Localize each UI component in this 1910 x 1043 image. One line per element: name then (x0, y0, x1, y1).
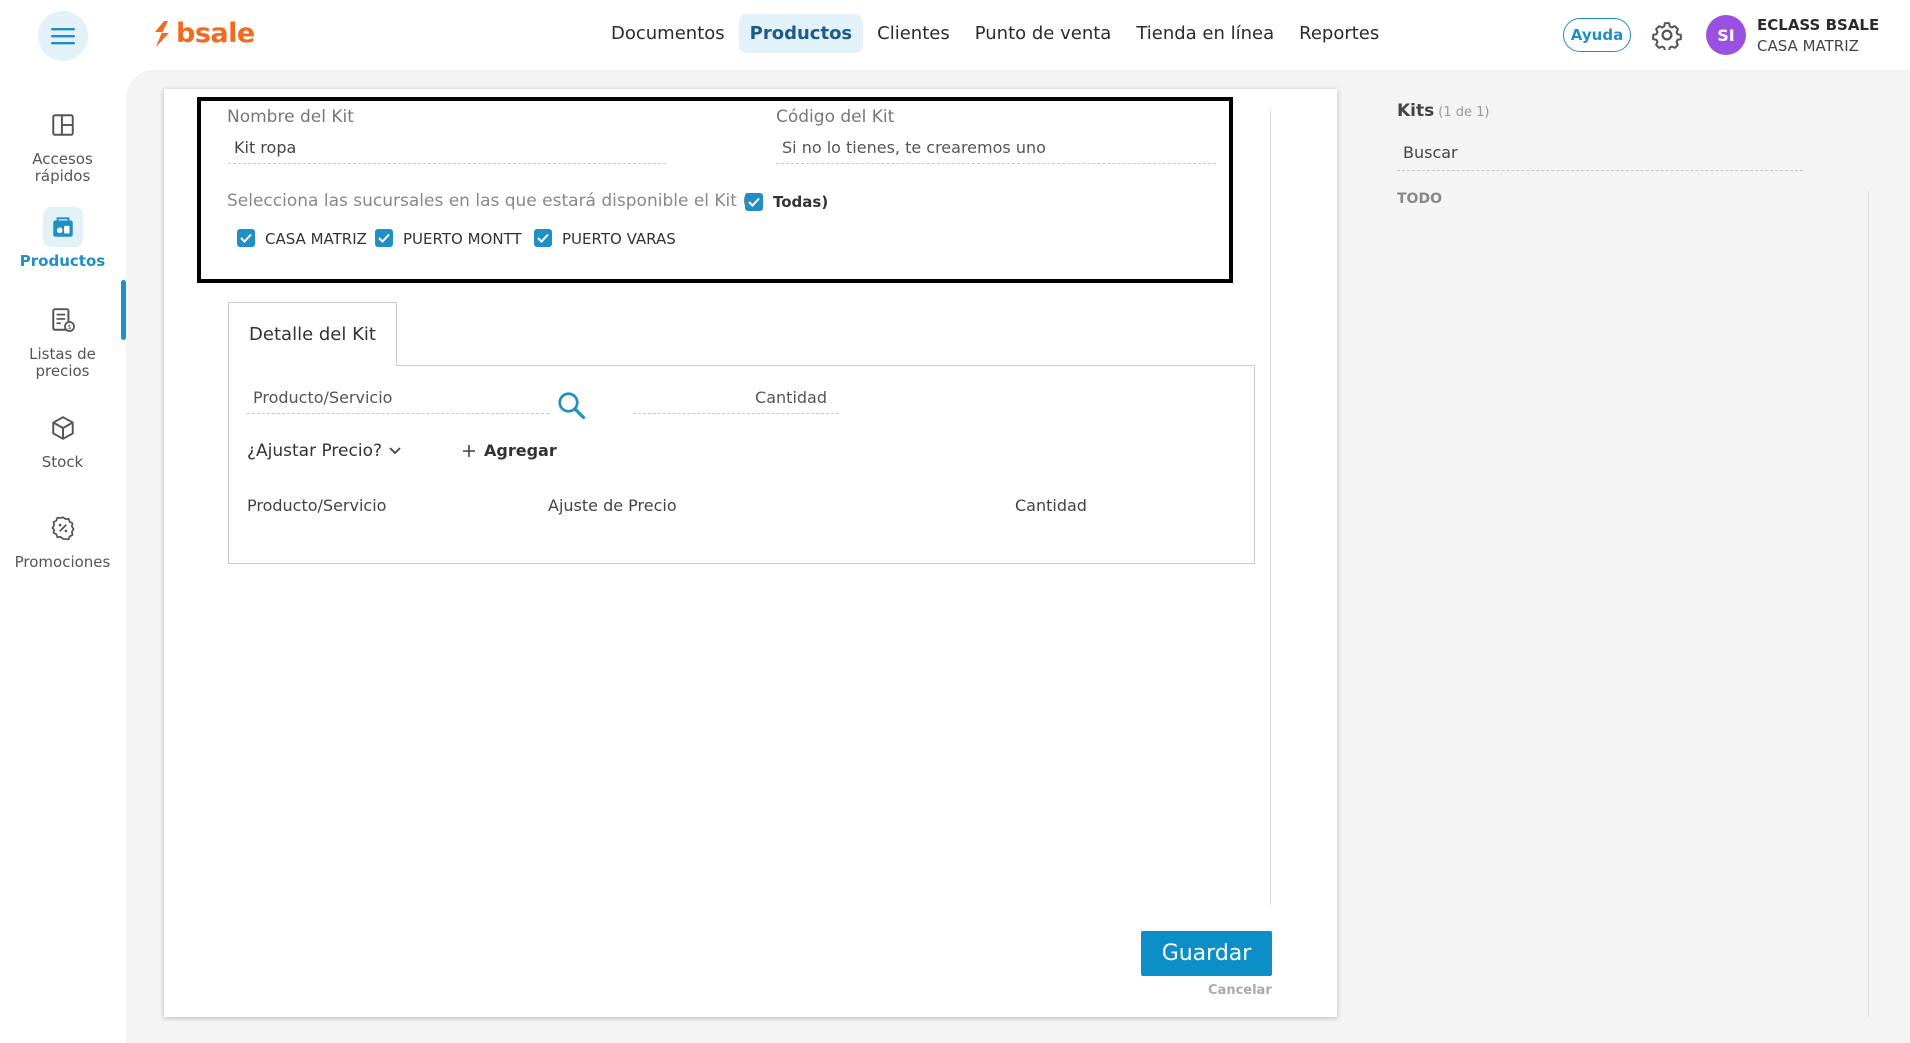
sidebar-item-promociones[interactable]: Promociones (0, 508, 125, 571)
checkbox-casa-matriz[interactable] (237, 229, 255, 247)
main-nav: Documentos Productos Clientes Punto de v… (600, 14, 1393, 53)
products-icon (52, 217, 73, 237)
kit-code-label: Código del Kit (776, 107, 895, 127)
hamburger-icon (51, 28, 75, 45)
add-label: Agregar (484, 441, 557, 460)
kit-name-input[interactable]: Kit ropa (228, 138, 666, 164)
checkbox-todas[interactable] (745, 193, 763, 211)
nav-productos[interactable]: Productos (738, 14, 864, 53)
sidebar-item-label: Promociones (14, 553, 111, 571)
sidebar-item-label: Productos (19, 252, 106, 270)
sidebar: Accesos rápidos Productos $ Listas de pr… (0, 70, 126, 1043)
sidebar-item-label: Accesos rápidos (32, 150, 93, 185)
nav-documentos[interactable]: Documentos (600, 14, 736, 53)
avatar[interactable]: SI (1706, 15, 1746, 55)
sidebar-item-accesos-rapidos[interactable]: Accesos rápidos (0, 105, 125, 185)
checkbox-puerto-montt[interactable] (375, 229, 393, 247)
cancel-button[interactable]: Cancelar (1208, 983, 1272, 998)
user-name[interactable]: ECLASS BSALE (1757, 16, 1879, 34)
nav-clientes[interactable]: Clientes (866, 14, 961, 53)
layout-grid-icon (51, 114, 74, 136)
column-header-ajuste: Ajuste de Precio (548, 496, 677, 515)
kits-count: (1 de 1) (1438, 105, 1490, 120)
column-header-producto: Producto/Servicio (247, 496, 387, 515)
sidebar-item-label: Listas de precios (29, 345, 96, 380)
plus-icon (463, 444, 475, 457)
chevron-down-icon (389, 447, 401, 455)
bsale-logo-icon (155, 20, 169, 47)
kit-code-input[interactable]: Si no lo tienes, te crearemos uno (776, 138, 1216, 164)
check-icon (748, 197, 760, 207)
kits-title: Kits (1 de 1) (1397, 101, 1489, 121)
quantity-input[interactable]: Cantidad (633, 388, 839, 414)
bsale-logo[interactable]: bsale (152, 18, 255, 49)
menu-button[interactable] (38, 11, 88, 61)
sidebar-item-productos[interactable]: Productos (0, 207, 125, 270)
add-product-button[interactable]: Agregar (462, 441, 557, 460)
nav-tienda-en-linea[interactable]: Tienda en línea (1125, 14, 1285, 53)
column-header-cantidad: Cantidad (1015, 496, 1087, 515)
kits-filter-todo[interactable]: TODO (1397, 191, 1442, 207)
product-search-input[interactable]: Producto/Servicio (247, 388, 549, 414)
help-button[interactable]: Ayuda (1563, 18, 1631, 52)
right-panel-divider (1868, 190, 1869, 1018)
checkbox-puerto-varas[interactable] (534, 229, 552, 247)
save-button[interactable]: Guardar (1141, 931, 1272, 976)
check-icon (378, 233, 390, 243)
top-bar: bsale Documentos Productos Clientes Punt… (0, 0, 1910, 70)
branch-label-puerto-varas: PUERTO VARAS (562, 230, 676, 248)
sidebar-item-stock[interactable]: Stock (0, 408, 125, 471)
gear-icon[interactable] (1652, 20, 1682, 50)
tab-detalle-del-kit[interactable]: Detalle del Kit (228, 302, 397, 366)
kits-title-text: Kits (1397, 101, 1435, 121)
sidebar-item-listas-de-precios[interactable]: $ Listas de precios (0, 300, 125, 380)
price-list-icon: $ (51, 308, 75, 332)
svg-text:$: $ (67, 323, 71, 331)
card-divider (1270, 110, 1271, 905)
kits-search-input[interactable]: Buscar (1397, 143, 1803, 171)
sidebar-item-label: Stock (41, 453, 84, 471)
adjust-price-dropdown[interactable]: ¿Ajustar Precio? (247, 441, 402, 461)
check-icon (240, 233, 252, 243)
nav-reportes[interactable]: Reportes (1288, 14, 1390, 53)
check-icon (537, 233, 549, 243)
bsale-logo-text: bsale (176, 18, 255, 49)
nav-punto-de-venta[interactable]: Punto de venta (964, 14, 1123, 53)
search-icon[interactable] (556, 390, 586, 420)
discount-badge-icon (51, 516, 74, 541)
user-branch: CASA MATRIZ (1757, 37, 1859, 55)
todas-label: Todas) (773, 193, 829, 211)
box-icon (51, 416, 74, 440)
adjust-price-label: ¿Ajustar Precio? (247, 441, 383, 461)
branch-label-casa-matriz: CASA MATRIZ (265, 230, 367, 248)
branch-label-puerto-montt: PUERTO MONTT (403, 230, 522, 248)
branches-prompt: Selecciona las sucursales en las que est… (227, 191, 749, 211)
kit-name-label: Nombre del Kit (227, 107, 354, 127)
